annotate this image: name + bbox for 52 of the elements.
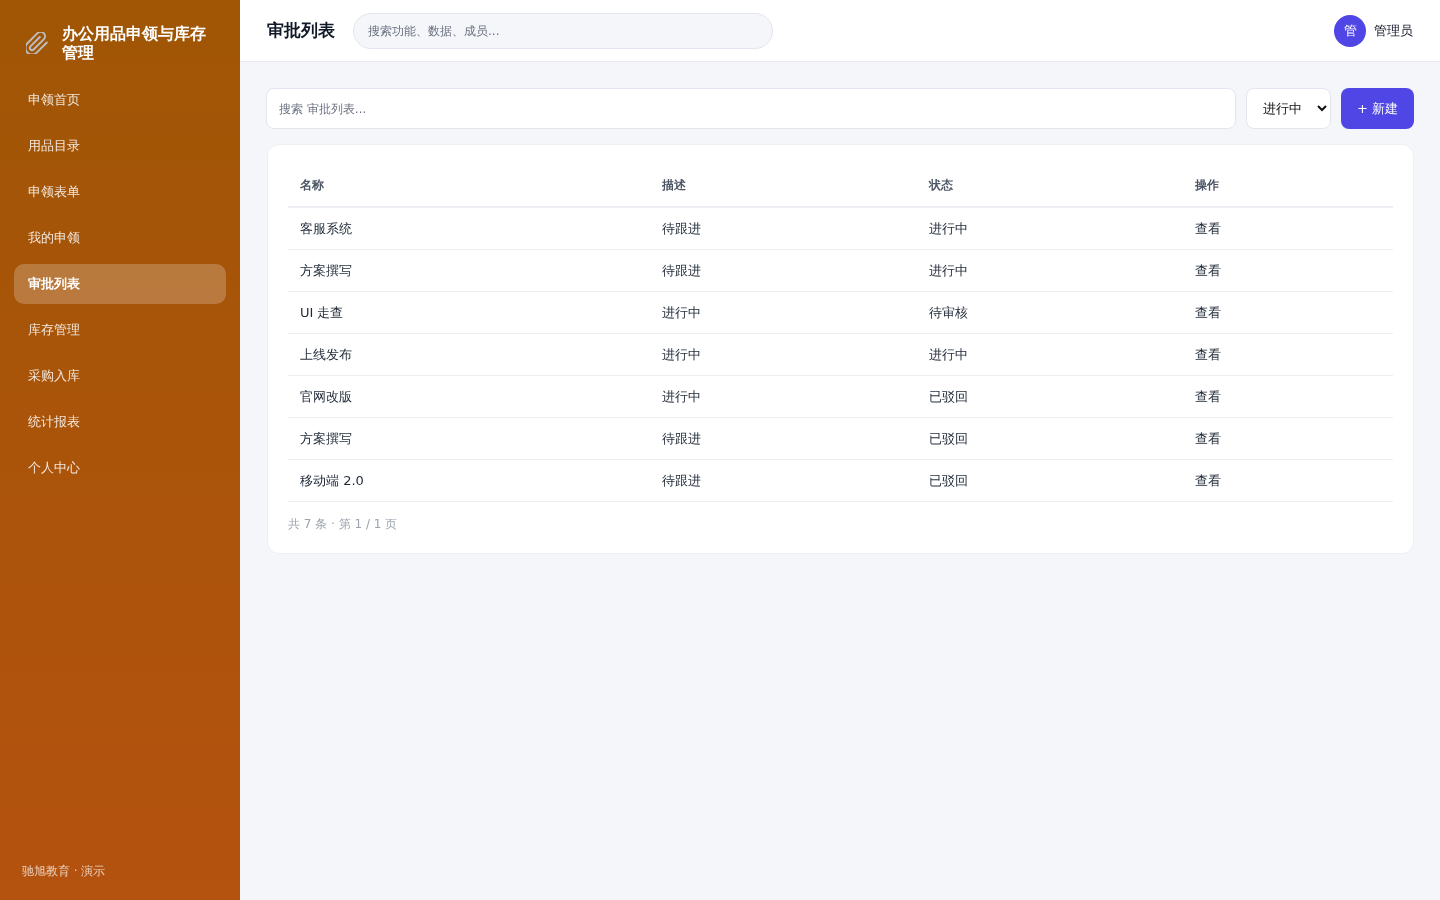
table-cell: 进行中	[928, 262, 968, 278]
column-header: 名称	[300, 178, 324, 192]
table-cell: 方案撰写	[300, 430, 352, 446]
search-field[interactable]: 搜索功能、数据、成员...	[353, 12, 773, 49]
paperclip-icon	[26, 32, 48, 54]
table-cell: 待跟进	[662, 220, 702, 236]
view-link[interactable]: 查看	[1195, 262, 1222, 278]
table-cell: 官网改版	[300, 388, 352, 404]
new-button[interactable]: + 新建	[1340, 88, 1414, 129]
table-cell: 方案撰写	[300, 262, 352, 278]
nav-item[interactable]: 统计报表	[14, 402, 226, 442]
nav-item[interactable]: 采购入库	[14, 356, 226, 396]
view-link[interactable]: 查看	[1195, 346, 1222, 362]
sidebar-footer: 驰旭教育 · 演示	[22, 863, 106, 880]
table-cell: 客服系统	[300, 220, 352, 236]
view-link[interactable]: 查看	[1195, 472, 1222, 488]
page-title: 审批列表	[267, 19, 335, 42]
column-header: 描述	[662, 178, 687, 192]
pagination-info: 共 7 条 · 第 1 / 1 页	[288, 516, 398, 533]
app-title: 办公用品申领与库存管理	[62, 24, 207, 62]
column-header: 状态	[928, 178, 953, 192]
table-cell: 进行中	[662, 346, 702, 362]
nav-item[interactable]: 审批列表	[14, 264, 226, 304]
avatar[interactable]: 管	[1334, 14, 1366, 47]
table-cell: 已驳回	[928, 430, 968, 446]
table-cell: 移动端 2.0	[300, 472, 364, 488]
nav-item[interactable]: 库存管理	[14, 310, 226, 350]
table-cell: 待审核	[928, 304, 968, 320]
table-cell: 进行中	[662, 304, 702, 320]
view-link[interactable]: 查看	[1195, 304, 1222, 320]
column-header: 操作	[1195, 178, 1220, 192]
nav-item[interactable]: 申领首页	[14, 80, 226, 120]
table-cell: 待跟进	[662, 262, 702, 278]
status-select[interactable]: 进行中	[1245, 88, 1331, 129]
table-cell: UI 走查	[300, 304, 344, 320]
table-cell: 待跟进	[662, 430, 702, 446]
view-link[interactable]: 查看	[1195, 430, 1222, 446]
nav-item[interactable]: 我的申领	[14, 218, 226, 258]
nav-item[interactable]: 用品目录	[14, 126, 226, 166]
search-field[interactable]: 搜索 审批列表...	[266, 88, 1236, 129]
view-link[interactable]: 查看	[1195, 220, 1222, 236]
table-cell: 待跟进	[662, 472, 702, 488]
table-cell: 进行中	[662, 388, 702, 404]
nav-item[interactable]: 申领表单	[14, 172, 226, 212]
table-cell: 上线发布	[300, 346, 352, 362]
table-cell: 已驳回	[928, 472, 968, 488]
table-cell: 进行中	[928, 220, 968, 236]
user-name: 管理员	[1374, 21, 1413, 40]
view-link[interactable]: 查看	[1195, 388, 1222, 404]
nav-item[interactable]: 个人中心	[14, 448, 226, 488]
table-cell: 已驳回	[928, 388, 968, 404]
table-cell: 进行中	[928, 346, 968, 362]
